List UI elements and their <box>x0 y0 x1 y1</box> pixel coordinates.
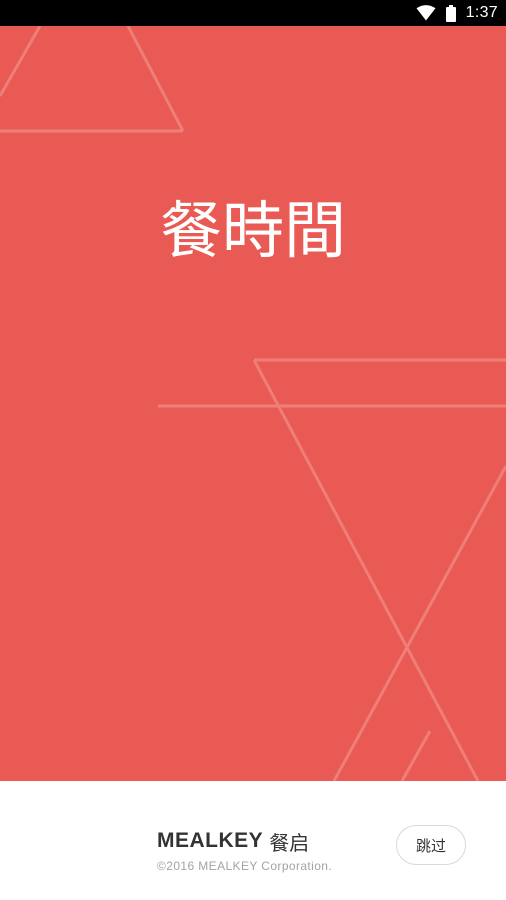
wifi-icon <box>416 5 436 21</box>
skip-button[interactable]: 跳过 <box>396 825 466 865</box>
brand-name: MEALKEY <box>157 829 264 852</box>
status-icons: 1:37 <box>416 0 498 26</box>
status-time: 1:37 <box>465 4 498 21</box>
splash-screen: 餐時間 <box>0 26 506 781</box>
footer: MEALKEY 餐启 ©2016 MEALKEY Corporation. 跳过 <box>0 781 506 900</box>
copyright-text: ©2016 MEALKEY Corporation. <box>157 859 333 873</box>
battery-icon <box>445 4 456 22</box>
app-logo-text: 餐時間 <box>159 194 346 267</box>
brand-name-cn: 餐启 <box>269 830 310 855</box>
status-bar: 1:37 <box>0 0 506 26</box>
brand-logo: MEALKEY 餐启 <box>157 829 310 855</box>
decorative-triangles <box>0 26 506 781</box>
